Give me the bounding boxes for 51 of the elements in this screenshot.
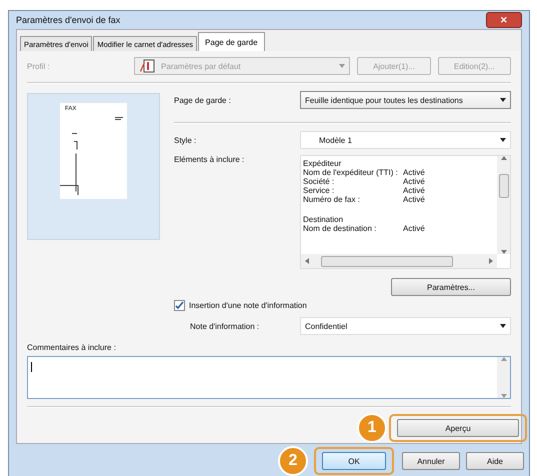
cover-page-label: Page de garde : [174, 96, 232, 104]
group-heading: Expéditeur [303, 159, 342, 168]
profile-icon [139, 59, 156, 73]
preview-button[interactable]: Aperçu [397, 419, 519, 437]
element-name: Nom de destination : [303, 224, 378, 233]
scroll-down-icon[interactable] [500, 394, 506, 398]
vertical-scrollbar[interactable] [497, 357, 510, 398]
scroll-thumb[interactable] [498, 174, 508, 198]
dropdown-arrow-icon [500, 138, 506, 142]
vertical-scrollbar[interactable] [497, 156, 510, 254]
scroll-up-icon[interactable] [500, 156, 506, 160]
comments-field[interactable] [27, 356, 511, 399]
element-value: Activé [403, 177, 425, 186]
scroll-up-icon[interactable] [500, 357, 506, 361]
checkbox[interactable] [174, 300, 185, 311]
scroll-left-icon[interactable] [305, 258, 309, 264]
scroll-right-icon[interactable] [489, 258, 493, 264]
element-name: Service : [303, 186, 336, 195]
cover-page-dropdown[interactable]: Feuille identique pour toutes les destinations [300, 91, 511, 109]
dropdown-arrow-icon [339, 64, 346, 68]
group-heading: Destination [303, 215, 344, 224]
window-title: Paramètres d'envoi de fax [16, 15, 120, 25]
step-number-badge: 2 [278, 446, 308, 476]
element-name: Numéro de fax : [303, 195, 361, 204]
close-button[interactable]: ✕ [486, 12, 522, 28]
settings-button[interactable]: Paramètres... [391, 278, 511, 296]
info-note-dropdown[interactable]: Confidentiel [300, 317, 511, 335]
elements-label: Eléments à inclure : [174, 155, 246, 164]
dialog-button[interactable]: OK [322, 452, 386, 470]
step-number-badge: 1 [357, 413, 387, 443]
info-note-label: Note d'information : [189, 322, 260, 330]
element-value: Activé [403, 186, 425, 195]
comments-label: Commentaires à inclure : [27, 343, 117, 352]
elements-list[interactable]: Expéditeur Nom de l'expéditeur (TTI) : Activé Société : Activé Service : Activé Numéro de fax : Activé Destination Nom de destination : Activé [300, 155, 511, 269]
element-value: Activé [403, 224, 425, 233]
dropdown-arrow-icon [500, 324, 506, 328]
scroll-down-icon[interactable] [500, 250, 506, 254]
profile-label: Profil : [27, 62, 51, 70]
element-name: Société : [303, 177, 336, 186]
element-value: Activé [403, 195, 425, 204]
element-name: Nom de l'expéditeur (TTI) : [303, 168, 399, 177]
style-label: Style : [174, 136, 198, 144]
horizontal-scrollbar[interactable] [301, 254, 497, 268]
checkbox-label: Insertion d'une note d'information [189, 301, 307, 310]
dropdown-arrow-icon [500, 98, 506, 102]
element-value: Activé [403, 168, 425, 177]
dialog-button[interactable]: Aide [466, 452, 524, 470]
tab[interactable]: Page de garde [198, 32, 265, 51]
scroll-thumb[interactable] [321, 256, 453, 266]
style-dropdown[interactable]: Modèle 1 [300, 131, 511, 149]
dialog-button[interactable]: Annuler [402, 452, 460, 470]
